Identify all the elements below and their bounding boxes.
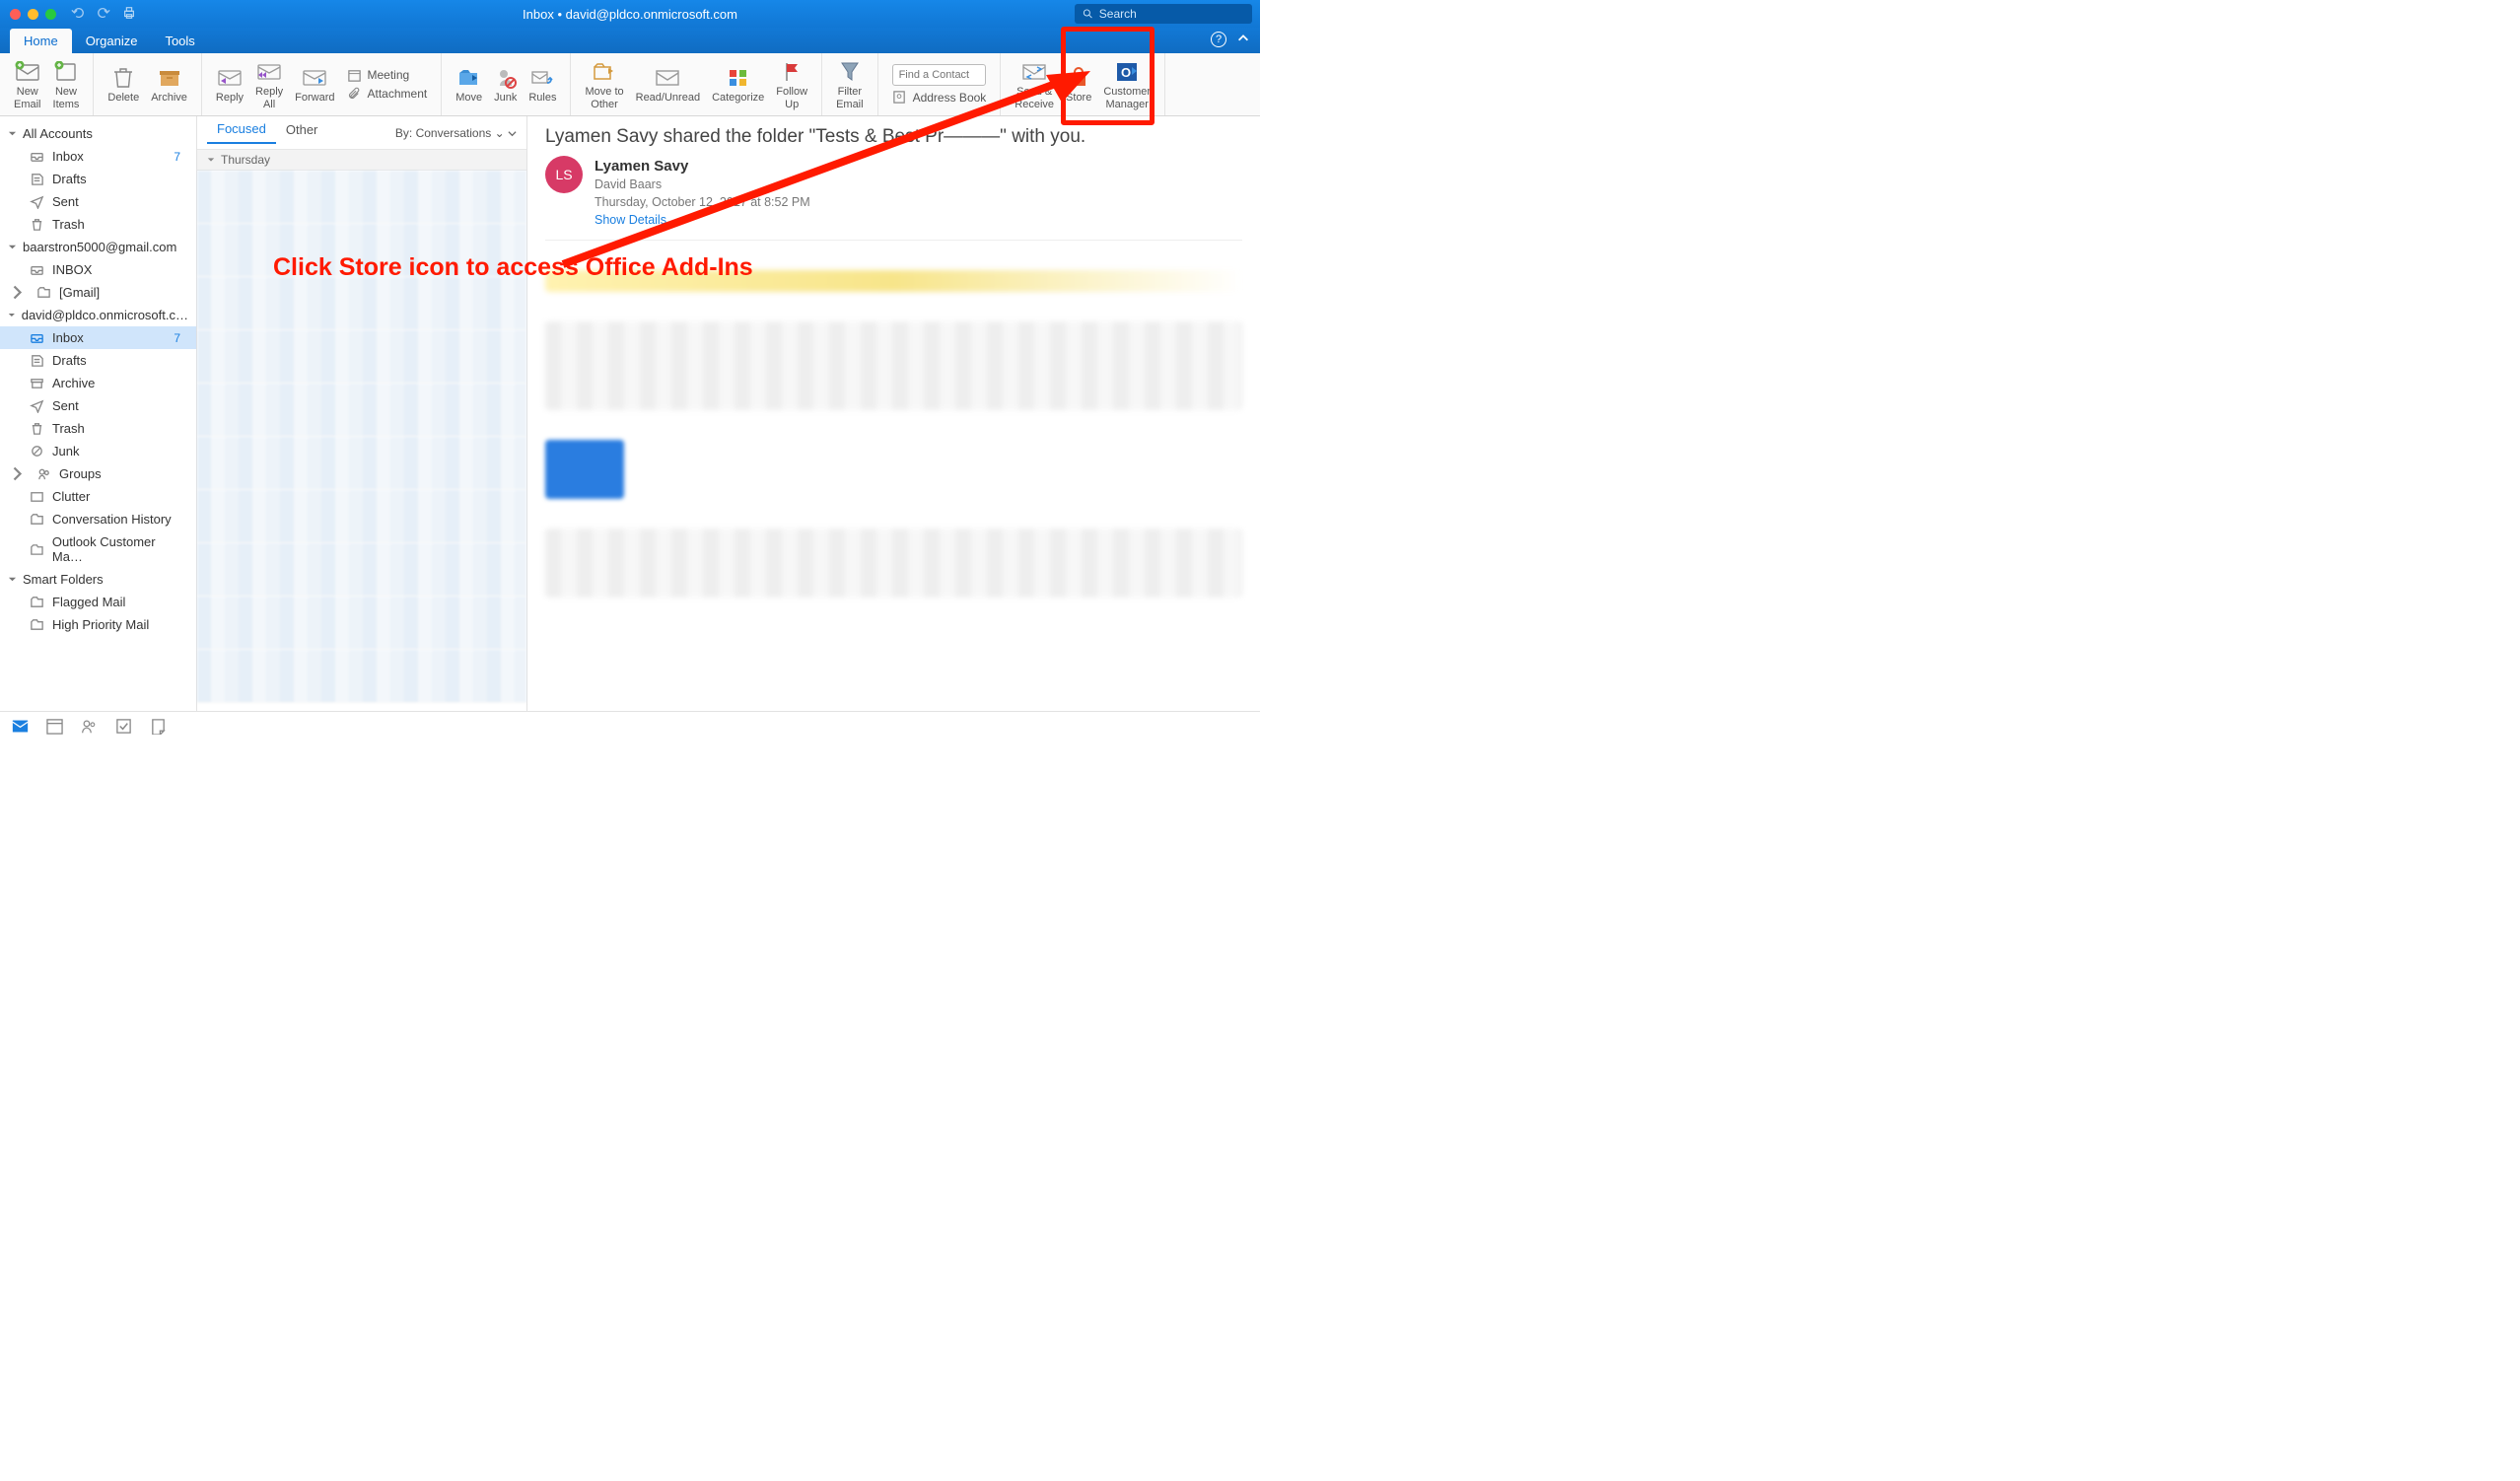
window-titlebar: Inbox • david@pldco.onmicrosoft.com [0, 0, 1260, 28]
calendar-view-icon[interactable] [46, 718, 63, 735]
window-title: Inbox • david@pldco.onmicrosoft.com [523, 7, 737, 22]
message-row[interactable] [197, 330, 526, 384]
message-row[interactable] [197, 171, 526, 224]
email-subject: Lyamen Savy shared the folder "Tests & B… [545, 126, 1242, 148]
notes-view-icon[interactable] [150, 718, 167, 735]
junk-button[interactable]: Junk [488, 64, 523, 105]
filter-email-button[interactable]: Filter Email [830, 58, 870, 110]
sender-avatar: LS [545, 156, 583, 193]
search-icon [1083, 8, 1093, 20]
email-body-redacted [545, 270, 1242, 598]
nav-item-drafts[interactable]: Drafts [0, 168, 196, 190]
tab-home[interactable]: Home [10, 29, 72, 53]
nav-smart-folders[interactable]: Smart Folders [0, 568, 196, 591]
nav-item-drafts[interactable]: Drafts [0, 349, 196, 372]
recipient-name: David Baars [595, 176, 810, 194]
rules-button[interactable]: Rules [523, 64, 562, 105]
nav-item-junk[interactable]: Junk [0, 440, 196, 462]
show-details-link[interactable]: Show Details [595, 213, 666, 227]
content-area: All Accounts Inbox7DraftsSentTrash baars… [0, 116, 1260, 711]
meeting-button[interactable]: Meeting [347, 68, 428, 83]
annotation-highlight-box [1061, 27, 1155, 125]
day-header[interactable]: Thursday [197, 150, 526, 171]
traffic-lights [0, 9, 56, 20]
nav-item-inbox[interactable]: Inbox7 [0, 326, 196, 349]
nav-item-conversation-history[interactable]: Conversation History [0, 508, 196, 530]
quick-access-toolbar [71, 6, 136, 23]
message-row[interactable] [197, 277, 526, 330]
nav-all-accounts[interactable]: All Accounts [0, 122, 196, 145]
nav-item-inbox[interactable]: Inbox7 [0, 145, 196, 168]
address-book-button[interactable]: Address Book [892, 90, 987, 105]
message-row[interactable] [197, 597, 526, 650]
annotation-text: Click Store icon to access Office Add-In… [273, 253, 753, 282]
print-icon[interactable] [122, 6, 136, 23]
people-view-icon[interactable] [81, 718, 98, 735]
nav-gmail-account[interactable]: baarstron5000@gmail.com [0, 236, 196, 258]
tab-tools[interactable]: Tools [151, 29, 208, 53]
message-row[interactable] [197, 384, 526, 437]
sort-by-dropdown[interactable]: By: Conversations ⌄ [395, 126, 517, 140]
message-list: Focused Other By: Conversations ⌄ Thursd… [197, 116, 527, 711]
tab-focused[interactable]: Focused [207, 121, 276, 144]
nav-item-archive[interactable]: Archive [0, 372, 196, 394]
tab-organize[interactable]: Organize [72, 29, 152, 53]
zoom-window[interactable] [45, 9, 56, 20]
reply-button[interactable]: Reply [210, 64, 249, 105]
message-row[interactable] [197, 543, 526, 597]
nav-item-trash[interactable]: Trash [0, 417, 196, 440]
search-input[interactable] [1099, 7, 1244, 21]
nav-item-groups[interactable]: Groups [0, 462, 196, 485]
nav-item-outlook-customer-ma-[interactable]: Outlook Customer Ma… [0, 530, 196, 568]
nav-item-trash[interactable]: Trash [0, 213, 196, 236]
new-email-button[interactable]: New Email [8, 58, 47, 110]
reading-pane: Lyamen Savy shared the folder "Tests & B… [527, 116, 1260, 711]
help-icon[interactable]: ? [1211, 32, 1226, 47]
ribbon-right-controls: ? [1211, 32, 1250, 47]
nav-item-sent[interactable]: Sent [0, 190, 196, 213]
search-box[interactable] [1075, 4, 1252, 24]
minimize-window[interactable] [28, 9, 38, 20]
tab-other-inbox[interactable]: Other [276, 122, 328, 143]
email-date: Thursday, October 12, 2017 at 8:52 PM [595, 194, 810, 212]
categorize-button[interactable]: Categorize [706, 64, 770, 105]
message-row[interactable] [197, 650, 526, 703]
nav-pldco-account[interactable]: david@pldco.onmicrosoft.c… [0, 304, 196, 326]
message-row[interactable] [197, 437, 526, 490]
folder-nav: All Accounts Inbox7DraftsSentTrash baars… [0, 116, 197, 711]
attachment-button[interactable]: Attachment [347, 87, 428, 102]
reply-all-button[interactable]: Reply All [249, 58, 289, 110]
redo-icon[interactable] [97, 6, 110, 23]
nav-item-clutter[interactable]: Clutter [0, 485, 196, 508]
new-items-button[interactable]: New Items [47, 58, 86, 110]
sender-name: Lyamen Savy [595, 156, 810, 176]
nav-item-high-priority-mail[interactable]: High Priority Mail [0, 613, 196, 636]
undo-icon[interactable] [71, 6, 85, 23]
archive-button[interactable]: Archive [145, 64, 193, 105]
read-unread-button[interactable]: Read/Unread [630, 64, 706, 105]
find-contact-input[interactable] [892, 64, 986, 86]
nav-item--gmail-[interactable]: [Gmail] [0, 281, 196, 304]
collapse-ribbon-icon[interactable] [1236, 32, 1250, 45]
mail-view-icon[interactable] [12, 718, 29, 735]
move-button[interactable]: Move [450, 64, 488, 105]
nav-item-inbox[interactable]: INBOX [0, 258, 196, 281]
close-window[interactable] [10, 9, 21, 20]
send-receive-button[interactable]: Send & Receive [1009, 58, 1060, 110]
nav-item-flagged-mail[interactable]: Flagged Mail [0, 591, 196, 613]
tasks-view-icon[interactable] [115, 718, 132, 735]
forward-button[interactable]: Forward [289, 64, 340, 105]
view-switcher [0, 711, 1260, 740]
move-to-other-button[interactable]: Move to Other [579, 58, 629, 110]
follow-up-button[interactable]: Follow Up [770, 58, 813, 110]
nav-item-sent[interactable]: Sent [0, 394, 196, 417]
message-row[interactable] [197, 490, 526, 543]
delete-button[interactable]: Delete [102, 64, 145, 105]
